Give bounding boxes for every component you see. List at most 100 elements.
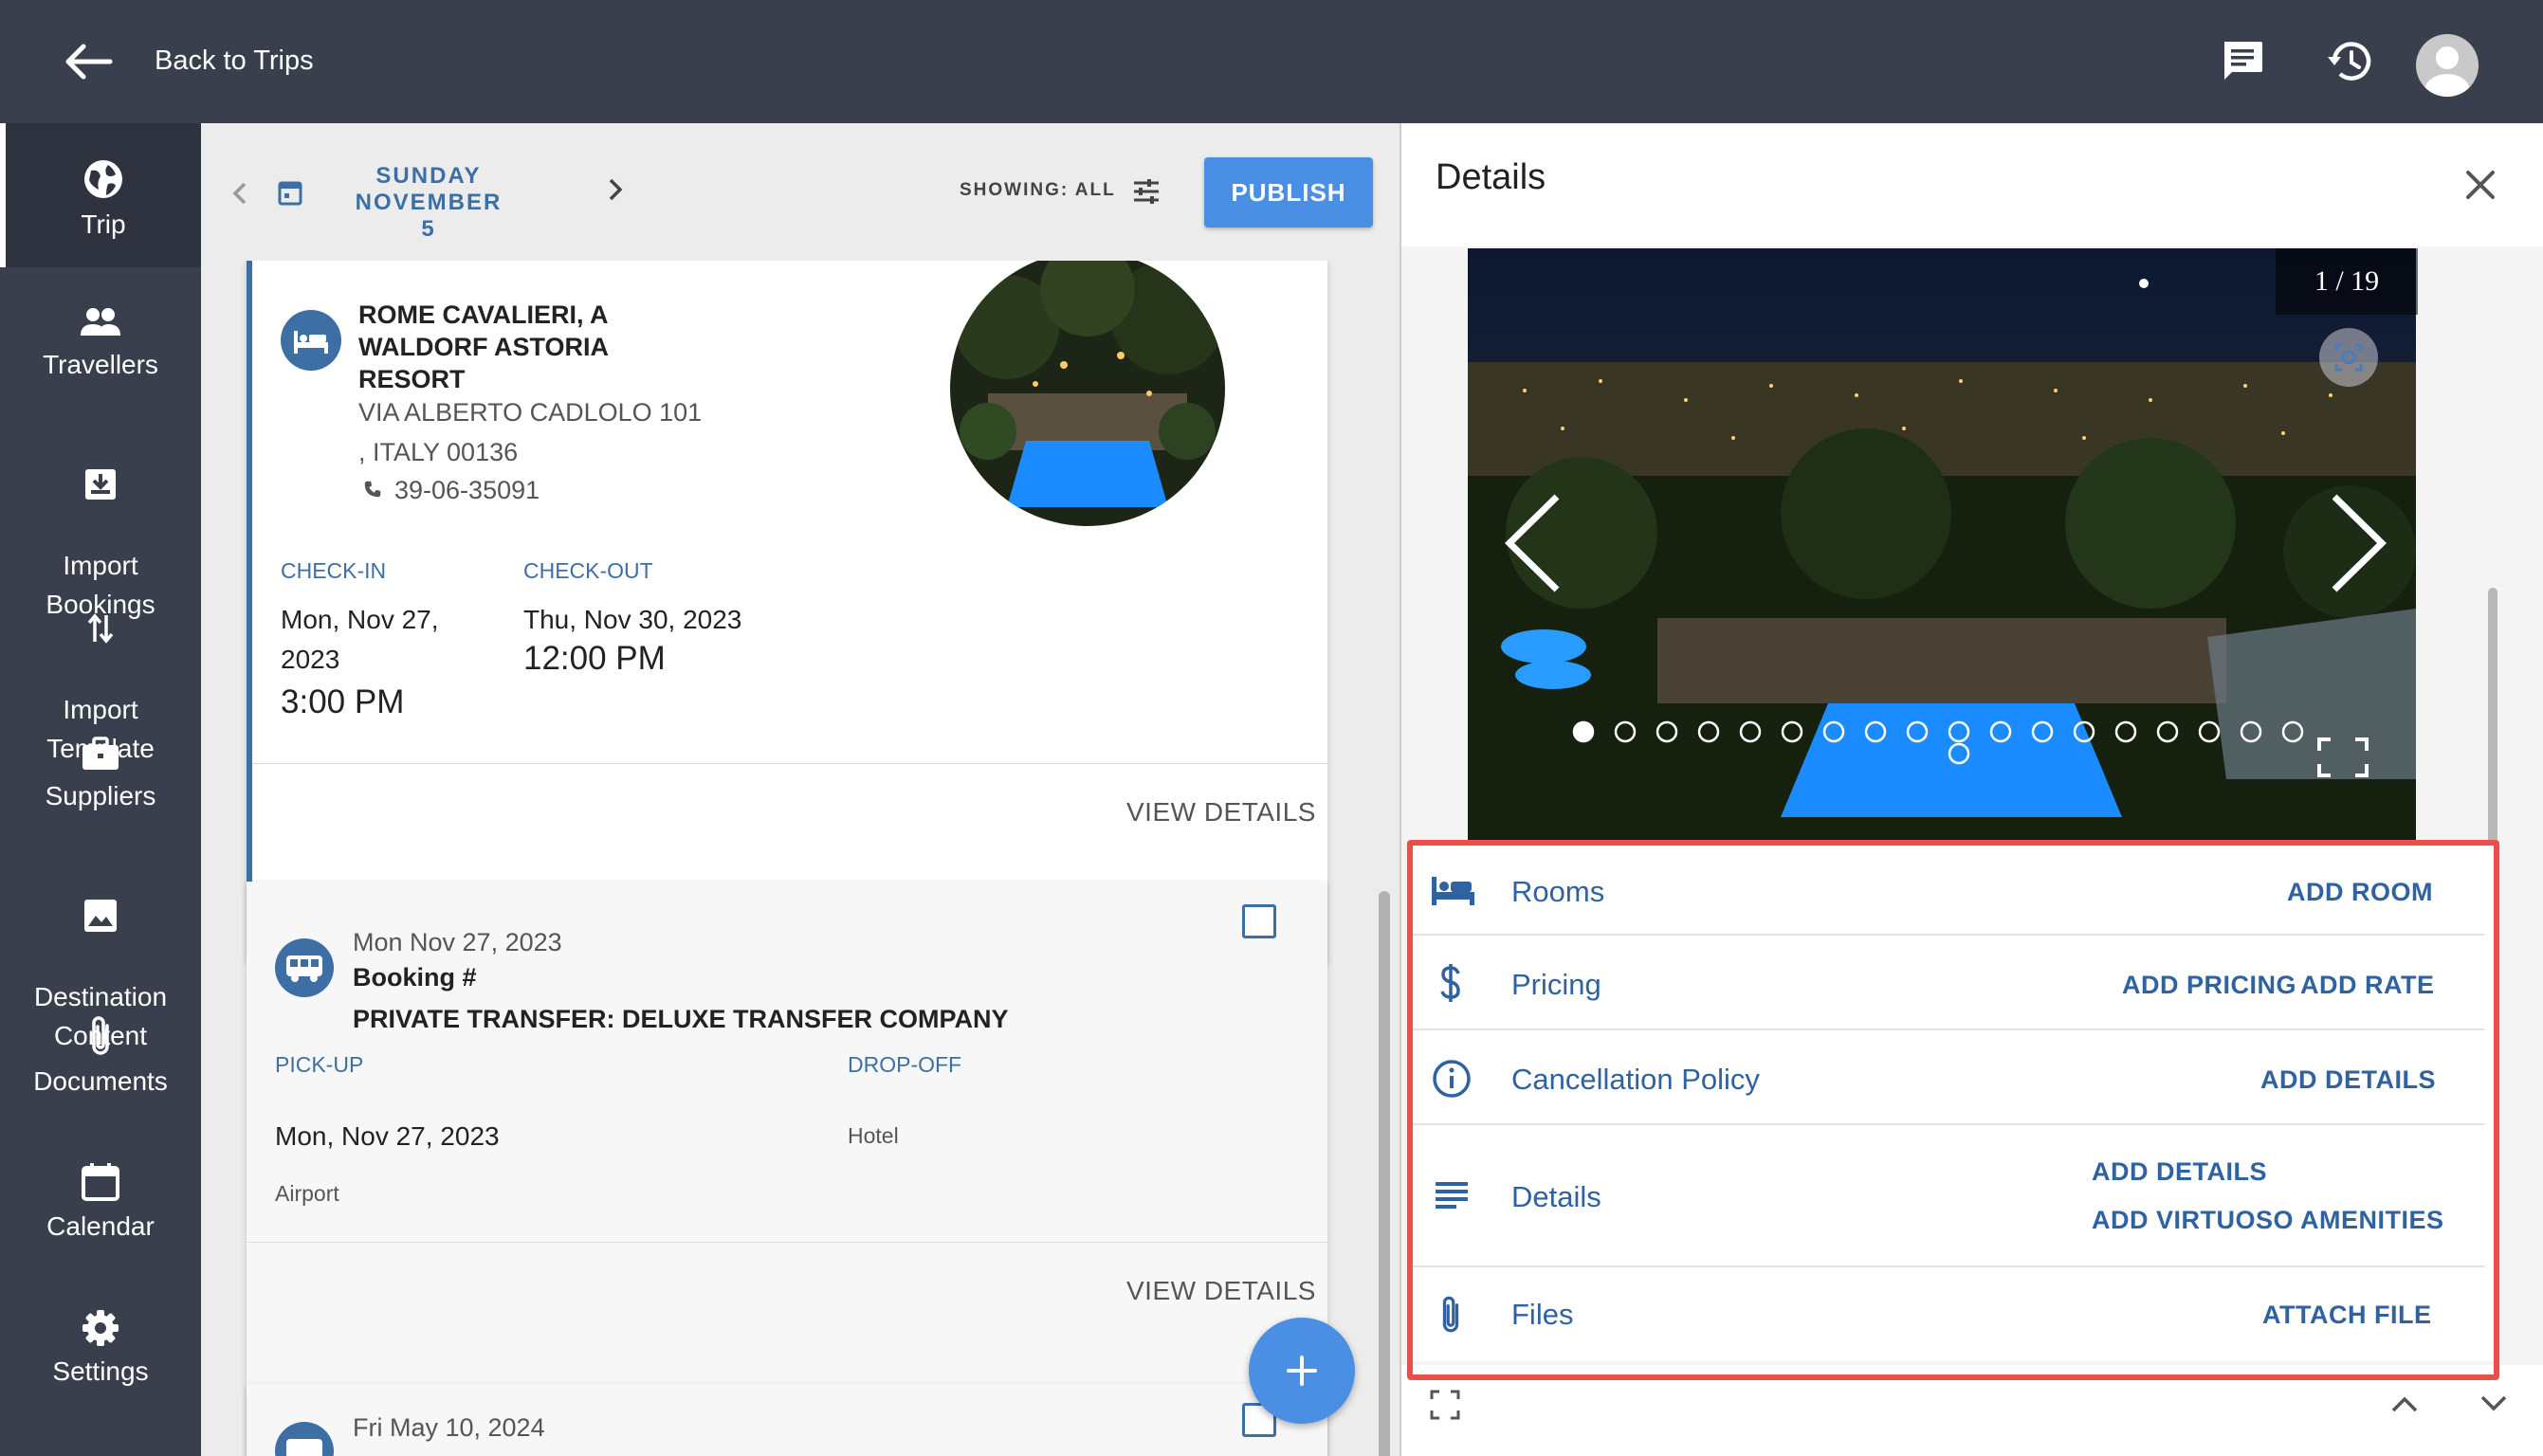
carousel-dot[interactable] [1656,720,1678,743]
checkout-time: 12:00 PM [523,640,666,677]
publish-button[interactable]: PUBLISH [1204,157,1373,228]
hotel-name-line1: ROME CAVALIERI, A [358,300,609,329]
pricing-label: Pricing [1511,968,1601,1001]
hotel-name-line2: WALDORF ASTORIA [358,333,609,361]
nav-item-travellers[interactable]: Travellers [0,303,201,384]
add-details-button[interactable]: ADD DETAILS [2092,1157,2267,1187]
nav-item-calendar[interactable]: Calendar [0,1161,201,1246]
booking-detail-sections: Rooms ADD ROOM Pricing ADD PRICING ADD R… [1413,846,2499,1361]
nav-item-documents[interactable]: Documents [0,1014,201,1101]
transfer-booking-card[interactable]: Mon Nov 27, 2023 Booking # PRIVATE TRANS… [247,882,1327,1456]
hotel-phone[interactable]: 39-06-35091 [394,471,540,510]
chevron-left-icon[interactable] [229,180,250,207]
add-booking-button[interactable] [1249,1318,1355,1424]
carousel-dot[interactable] [2073,720,2095,743]
carousel-dot[interactable] [1948,742,1970,765]
current-date-line2: 5 [421,216,436,242]
bus-icon [275,1422,334,1456]
avatar[interactable] [2416,34,2479,97]
globe-icon [84,160,122,198]
add-pricing-button[interactable]: ADD PRICING [2122,971,2296,1000]
carousel-prev-icon[interactable] [1500,491,1564,595]
carousel-dots[interactable] [1572,720,2369,777]
transfer-booking-number: Booking # [353,963,477,992]
carousel-dot[interactable] [2031,720,2054,743]
chevron-right-icon[interactable] [605,176,626,203]
carousel-dot[interactable] [1572,720,1595,743]
view-details-button[interactable]: VIEW DETAILS [1126,1276,1316,1306]
transfer-date: Mon Nov 27, 2023 [353,928,562,956]
hotel-bed-icon [281,310,341,371]
carousel-dot[interactable] [1614,720,1637,743]
chat-icon[interactable] [2215,34,2270,89]
nav-label-suppliers: Suppliers [45,781,156,810]
carousel-dot[interactable] [1948,720,1970,743]
top-bar: Back to Trips [0,0,2543,123]
phone-icon [364,481,381,498]
carousel-dot[interactable] [2198,720,2221,743]
carousel-next-icon[interactable] [2327,491,2391,595]
paperclip-icon [1442,1296,1459,1333]
current-date[interactable]: SUNDAY NOVEMBER 5 [324,163,533,243]
details-title: Details [1436,157,1546,197]
hotel-address-line1: VIA ALBERTO CADLOLO 101 [358,398,703,427]
checkout-label: CHECK-OUT [523,558,653,583]
carousel-dot[interactable] [1739,720,1762,743]
checkin-label: CHECK-IN [281,558,387,583]
carousel-dot[interactable] [2156,720,2179,743]
cancellation-policy-section: Cancellation Policy ADD DETAILS [1413,1030,2484,1125]
chevron-down-icon[interactable] [2477,1390,2511,1418]
add-cancellation-details-button[interactable]: ADD DETAILS [2260,1065,2436,1095]
filter-sliders-icon[interactable] [1130,176,1162,207]
carousel-dot[interactable] [2240,720,2262,743]
hotel-thumbnail[interactable] [950,251,1225,526]
fullscreen-icon[interactable] [2315,736,2370,779]
attach-file-button[interactable]: ATTACH FILE [2262,1301,2431,1330]
add-rate-button[interactable]: ADD RATE [2300,971,2435,1000]
plus-icon [1287,1356,1317,1386]
hotel-booking-card[interactable]: ROME CAVALIERI, A WALDORF ASTORIA RESORT… [247,251,1327,962]
back-to-trips-link[interactable]: Back to Trips [155,46,314,77]
nav-item-trip[interactable]: Trip [0,123,201,267]
close-icon[interactable] [2457,161,2504,209]
current-date-line1: SUNDAY NOVEMBER [355,163,503,215]
nav-item-suppliers[interactable]: Suppliers [0,735,201,815]
people-icon [81,308,120,336]
carousel-dot[interactable] [2114,720,2137,743]
add-room-button[interactable]: ADD ROOM [2287,878,2433,907]
view-details-button[interactable]: VIEW DETAILS [1126,797,1316,828]
transfer-checkbox[interactable] [1242,904,1276,938]
carousel-dot[interactable] [1822,720,1845,743]
dropoff-place: Hotel [848,1123,899,1148]
pricing-section: Pricing ADD PRICING ADD RATE [1413,936,2484,1030]
nav-item-settings[interactable]: Settings [0,1308,201,1391]
checkin-time: 3:00 PM [281,683,405,720]
zoom-focus-icon[interactable] [2317,326,2380,389]
checkin-date-line2: 2023 [281,645,340,674]
files-label: Files [1511,1298,1574,1331]
calendar-icon[interactable] [277,178,303,207]
carousel-dot[interactable] [1697,720,1720,743]
history-icon[interactable] [2323,34,2378,89]
details-scrollbar[interactable] [2488,588,2497,844]
card-divider [252,763,1327,764]
expand-icon[interactable] [1428,1388,1462,1422]
itinerary-scrollbar[interactable] [1379,891,1390,1456]
paperclip-icon [92,1016,109,1055]
nav-label-settings: Settings [52,1356,149,1386]
left-nav: Trip Travellers Import Bookings Import T… [0,123,201,1456]
carousel-dot[interactable] [1781,720,1803,743]
carousel-dot[interactable] [1906,720,1929,743]
pickup-date: Mon, Nov 27, 2023 [275,1121,500,1151]
add-virtuoso-amenities-button[interactable]: ADD VIRTUOSO AMENITIES [2092,1206,2444,1235]
carousel-dot[interactable] [1864,720,1887,743]
carousel-dot[interactable] [2281,720,2304,743]
briefcase-icon [82,737,119,770]
chevron-up-icon[interactable] [2387,1390,2422,1418]
arrow-left-icon[interactable] [59,38,116,85]
nav-label-trip: Trip [81,209,126,239]
carousel-dot[interactable] [1989,720,2012,743]
showing-filter-label[interactable]: SHOWING: ALL [960,180,1116,201]
card-divider [247,1242,1327,1243]
next-booking-card[interactable]: Fri May 10, 2024 [247,1384,1327,1456]
